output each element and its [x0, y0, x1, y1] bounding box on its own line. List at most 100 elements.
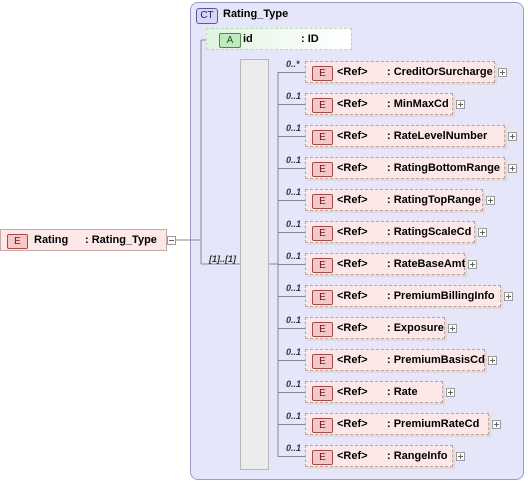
child-multiplicity: 0..1: [286, 155, 302, 165]
child-element-name: : PremiumBillingInfo: [387, 290, 495, 302]
child-multiplicity: 0..1: [286, 315, 302, 325]
child-connector: [278, 264, 305, 265]
child-connector: [278, 232, 305, 233]
attribute-name: id: [243, 33, 253, 45]
child-element[interactable]: E <Ref> : PremiumBasisCd: [305, 349, 485, 371]
expand-icon[interactable]: [478, 228, 487, 237]
child-element-name: : RangeInfo: [387, 450, 448, 462]
child-connector: [278, 296, 305, 297]
element-badge: E: [312, 162, 333, 177]
child-ref-label: <Ref>: [337, 226, 368, 238]
child-multiplicity: 0..1: [286, 251, 302, 261]
element-badge: E: [312, 386, 333, 401]
child-ref-label: <Ref>: [337, 66, 368, 78]
child-connector: [278, 456, 305, 457]
sequence-multiplicity: [1]..[1]: [209, 254, 236, 264]
child-multiplicity: 0..*: [286, 59, 300, 69]
child-element-name: : PremiumRateCd: [387, 418, 480, 430]
child-connector: [278, 424, 305, 425]
child-multiplicity: 0..1: [286, 123, 302, 133]
child-ref-label: <Ref>: [337, 130, 368, 142]
child-element[interactable]: E <Ref> : Exposure: [305, 317, 445, 339]
child-element-name: : RateLevelNumber: [387, 130, 488, 142]
sequence-compositor[interactable]: [240, 59, 269, 470]
expand-icon[interactable]: [456, 452, 465, 461]
child-connector: [278, 168, 305, 169]
child-element[interactable]: E <Ref> : PremiumRateCd: [305, 413, 489, 435]
root-element-name: Rating: [34, 234, 69, 246]
child-connector: [278, 328, 305, 329]
child-ref-label: <Ref>: [337, 322, 368, 334]
child-element[interactable]: E <Ref> : RatingScaleCd: [305, 221, 475, 243]
collapse-icon[interactable]: [167, 236, 176, 245]
child-element[interactable]: E <Ref> : RateLevelNumber: [305, 125, 505, 147]
child-element[interactable]: E <Ref> : RatingBottomRange: [305, 157, 505, 179]
child-connector: [278, 72, 305, 73]
expand-icon[interactable]: [492, 420, 501, 429]
child-ref-label: <Ref>: [337, 258, 368, 270]
child-ref-label: <Ref>: [337, 290, 368, 302]
attribute-type: : ID: [301, 33, 319, 45]
child-element-name: : RatingTopRange: [387, 194, 481, 206]
child-element-name: : RatingScaleCd: [387, 226, 472, 238]
expand-icon[interactable]: [508, 164, 517, 173]
child-multiplicity: 0..1: [286, 379, 302, 389]
child-multiplicity: 0..1: [286, 91, 302, 101]
expand-icon[interactable]: [508, 132, 517, 141]
child-element-name: : Rate: [387, 386, 418, 398]
child-element-name: : RatingBottomRange: [387, 162, 501, 174]
root-element-type: : Rating_Type: [85, 234, 157, 246]
root-element-rating[interactable]: E Rating : Rating_Type: [0, 229, 167, 251]
child-connector: [278, 360, 305, 361]
child-ref-label: <Ref>: [337, 386, 368, 398]
expand-icon[interactable]: [486, 196, 495, 205]
child-connector: [278, 104, 305, 105]
child-element[interactable]: E <Ref> : Rate: [305, 381, 443, 403]
child-ref-label: <Ref>: [337, 194, 368, 206]
expand-icon[interactable]: [488, 356, 497, 365]
child-element-name: : Exposure: [387, 322, 444, 334]
element-badge: E: [312, 130, 333, 145]
child-connector: [278, 200, 305, 201]
child-element[interactable]: E <Ref> : RatingTopRange: [305, 189, 483, 211]
child-element-name: : PremiumBasisCd: [387, 354, 485, 366]
child-element[interactable]: E <Ref> : RateBaseAmt: [305, 253, 465, 275]
child-multiplicity: 0..1: [286, 411, 302, 421]
child-multiplicity: 0..1: [286, 347, 302, 357]
expand-icon[interactable]: [446, 388, 455, 397]
attribute-badge: A: [219, 33, 241, 48]
child-element-name: : CreditOrSurcharge: [387, 66, 493, 78]
element-badge: E: [312, 66, 333, 81]
child-ref-label: <Ref>: [337, 162, 368, 174]
child-multiplicity: 0..1: [286, 443, 302, 453]
child-ref-label: <Ref>: [337, 354, 368, 366]
element-badge: E: [312, 418, 333, 433]
child-element-name: : MinMaxCd: [387, 98, 449, 110]
child-multiplicity: 0..1: [286, 187, 302, 197]
expand-icon[interactable]: [468, 260, 477, 269]
expand-icon[interactable]: [504, 292, 513, 301]
element-badge: E: [312, 354, 333, 369]
element-badge: E: [312, 322, 333, 337]
child-element[interactable]: E <Ref> : RangeInfo: [305, 445, 453, 467]
element-badge: E: [312, 226, 333, 241]
child-element[interactable]: E <Ref>: MinMaxCd: [305, 93, 453, 115]
child-multiplicity: 0..1: [286, 219, 302, 229]
child-element[interactable]: E <Ref> : PremiumBillingInfo: [305, 285, 501, 307]
child-ref-label: <Ref>: [337, 418, 368, 430]
expand-icon[interactable]: [456, 100, 465, 109]
element-badge: E: [312, 258, 333, 273]
element-badge: E: [312, 194, 333, 209]
child-element-name: : RateBaseAmt: [387, 258, 466, 270]
element-badge: E: [312, 290, 333, 305]
attribute-id[interactable]: A id : ID: [206, 28, 352, 50]
child-multiplicity: 0..1: [286, 283, 302, 293]
child-element[interactable]: E <Ref> : CreditOrSurcharge: [305, 61, 495, 83]
expand-icon[interactable]: [448, 324, 457, 333]
expand-icon[interactable]: [498, 68, 507, 77]
element-badge: E: [312, 98, 333, 113]
child-connector: [278, 136, 305, 137]
element-badge: E: [312, 450, 333, 465]
child-connector: [278, 392, 305, 393]
child-ref-label: <Ref>: [337, 450, 368, 462]
